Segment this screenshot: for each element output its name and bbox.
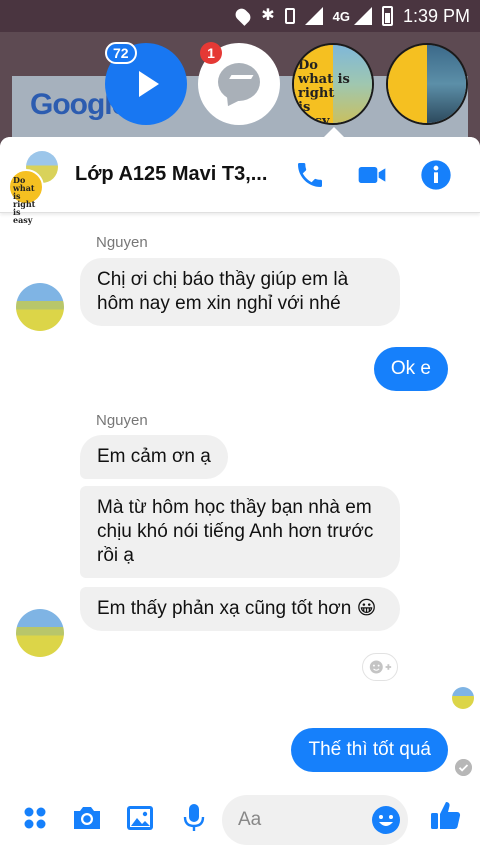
thumbs-up-icon[interactable] [428,797,464,833]
emoji-icon[interactable] [370,804,402,836]
incoming-message[interactable]: Em thấy phản xạ cũng tốt hơn 😀 [80,587,400,631]
incoming-message[interactable]: Mà từ hôm học thầy bạn nhà em chịu khó n… [80,486,400,578]
microphone-icon[interactable] [177,801,211,835]
gallery-icon[interactable] [123,801,157,835]
composer-bar [0,787,480,853]
chat-head-group[interactable]: Do what is right is easy [292,43,374,125]
message-input[interactable] [238,807,358,833]
chat-head-image-text: Do what is right is easy [298,58,350,125]
seen-avatar [452,687,474,709]
add-reaction-icon[interactable] [362,653,398,681]
avatar[interactable] [16,283,64,331]
conversation-header: Do what is right is easy Lớp A125 Mavi T… [0,137,480,224]
group-avatar-text: Do what is right is easy [13,175,36,225]
chat-panel: Do what is right is easy Lớp A125 Mavi T… [0,137,480,853]
location-icon [233,6,254,26]
sender-name: Nguyen [96,412,148,429]
play-icon [139,71,159,97]
conversation-title[interactable]: Lớp A125 Mavi T3,... [75,163,275,186]
cell-signal-icon [353,7,372,25]
message-input-pill [222,795,408,845]
incoming-message[interactable]: Chị ơi chị báo thầy giúp em là hôm nay e… [80,258,400,326]
notification-badge: 1 [200,42,222,64]
wifi-signal-icon [304,7,323,25]
active-chat-pointer [324,127,344,137]
network-type: 4G [332,8,350,24]
bluetooth-icon: ✱ [261,7,275,24]
avatar[interactable] [16,609,64,657]
status-bar: ✱ 4G 1:39 PM [0,0,480,32]
delivered-check-icon [455,759,472,776]
chat-head-group-2[interactable] [386,43,468,125]
outgoing-message[interactable]: Thế thì tốt quá [291,728,448,772]
outgoing-message[interactable]: Ok e [373,347,448,391]
video-camera-icon[interactable] [356,159,388,191]
incoming-message[interactable]: Em cảm ơn ạ [80,435,228,479]
apps-icon[interactable] [18,801,52,835]
group-avatar[interactable]: Do what is right is easy [8,151,60,224]
vibrate-icon [284,8,295,24]
info-icon[interactable] [420,159,452,191]
unread-badge: 72 [105,42,137,64]
phone-icon[interactable] [294,159,326,191]
battery-icon [381,6,393,26]
clock: 1:39 PM [402,5,470,26]
sender-name: Nguyen [96,234,148,251]
camera-icon[interactable] [70,801,104,835]
